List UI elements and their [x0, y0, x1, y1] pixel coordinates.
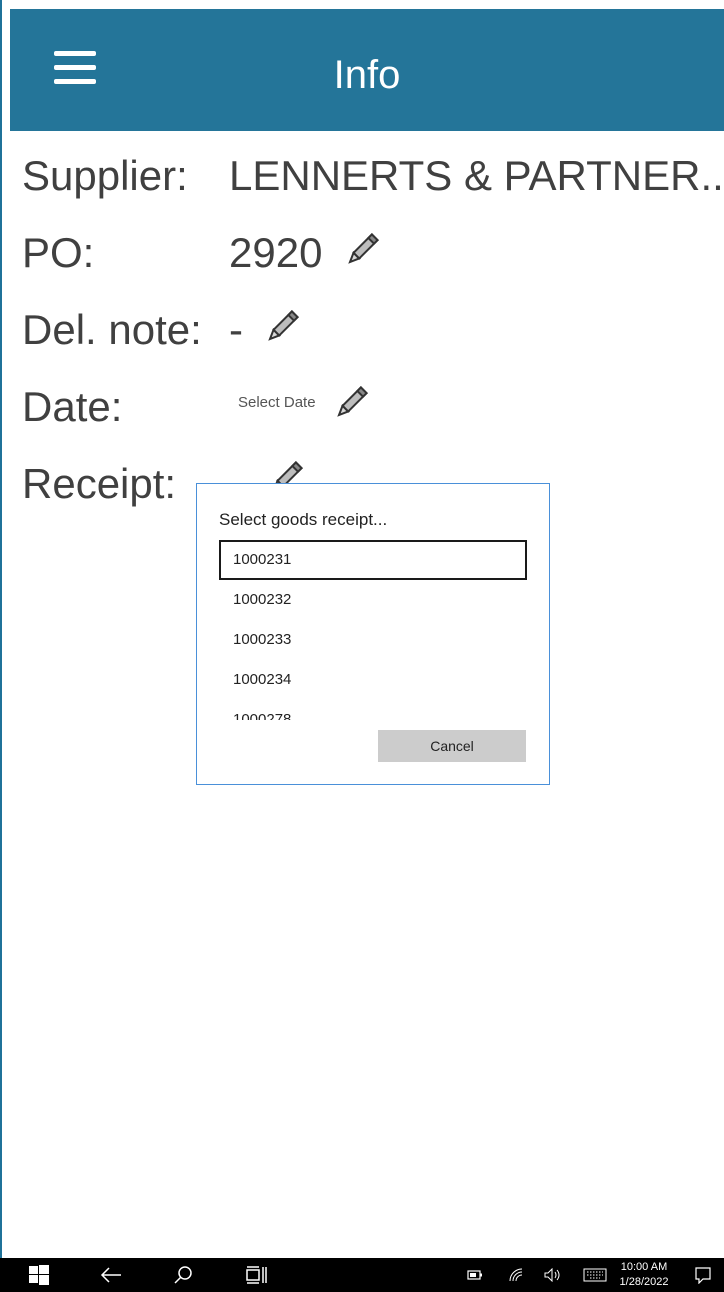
back-arrow-icon[interactable] — [98, 1258, 124, 1292]
windows-start-icon[interactable] — [26, 1258, 52, 1292]
edit-del-note-pencil-icon[interactable] — [262, 307, 302, 347]
del-note-label: Del. note: — [22, 306, 202, 353]
receipt-list[interactable]: 1000231 1000232 1000233 1000234 1000278 — [219, 540, 527, 720]
clock-time: 10:00 AM — [620, 1261, 668, 1273]
page-title: Info — [333, 53, 401, 97]
wifi-icon[interactable] — [505, 1258, 527, 1292]
po-label: PO: — [22, 229, 95, 276]
receipt-list-item[interactable]: 1000233 — [219, 620, 527, 660]
volume-icon[interactable] — [542, 1258, 564, 1292]
notification-icon[interactable] — [690, 1258, 716, 1292]
clock-date: 1/28/2022 — [619, 1276, 669, 1288]
supplier-label: Supplier: — [22, 152, 188, 199]
dialog-title: Select goods receipt... — [219, 510, 388, 529]
receipt-label: Receipt: — [22, 460, 177, 507]
del-note-value: - — [229, 306, 243, 353]
receipt-list-item[interactable]: 1000278 — [219, 700, 527, 720]
select-goods-receipt-dialog: Select goods receipt... 1000231 1000232 … — [196, 483, 550, 785]
windows-taskbar: 10:00 AM 1/28/2022 — [0, 1258, 724, 1292]
cancel-button[interactable]: Cancel — [378, 730, 526, 762]
edit-po-pencil-icon[interactable] — [342, 230, 382, 270]
po-value: 2920 — [229, 229, 323, 276]
keyboard-icon[interactable] — [581, 1258, 609, 1292]
receipt-list-item[interactable]: 1000231 — [219, 540, 527, 580]
supplier-value: LENNERTS & PARTNER... — [229, 152, 724, 199]
select-date-button[interactable]: Select Date — [238, 394, 316, 411]
date-label: Date: — [22, 383, 123, 430]
taskbar-clock[interactable]: 10:00 AM 1/28/2022 — [612, 1260, 676, 1290]
battery-icon[interactable] — [464, 1258, 486, 1292]
search-icon[interactable] — [170, 1258, 196, 1292]
receipt-list-item[interactable]: 1000234 — [219, 660, 527, 700]
edit-date-pencil-icon[interactable] — [331, 383, 371, 423]
receipt-list-item[interactable]: 1000232 — [219, 580, 527, 620]
task-view-icon[interactable] — [243, 1258, 269, 1292]
app-header: Info — [10, 9, 724, 131]
